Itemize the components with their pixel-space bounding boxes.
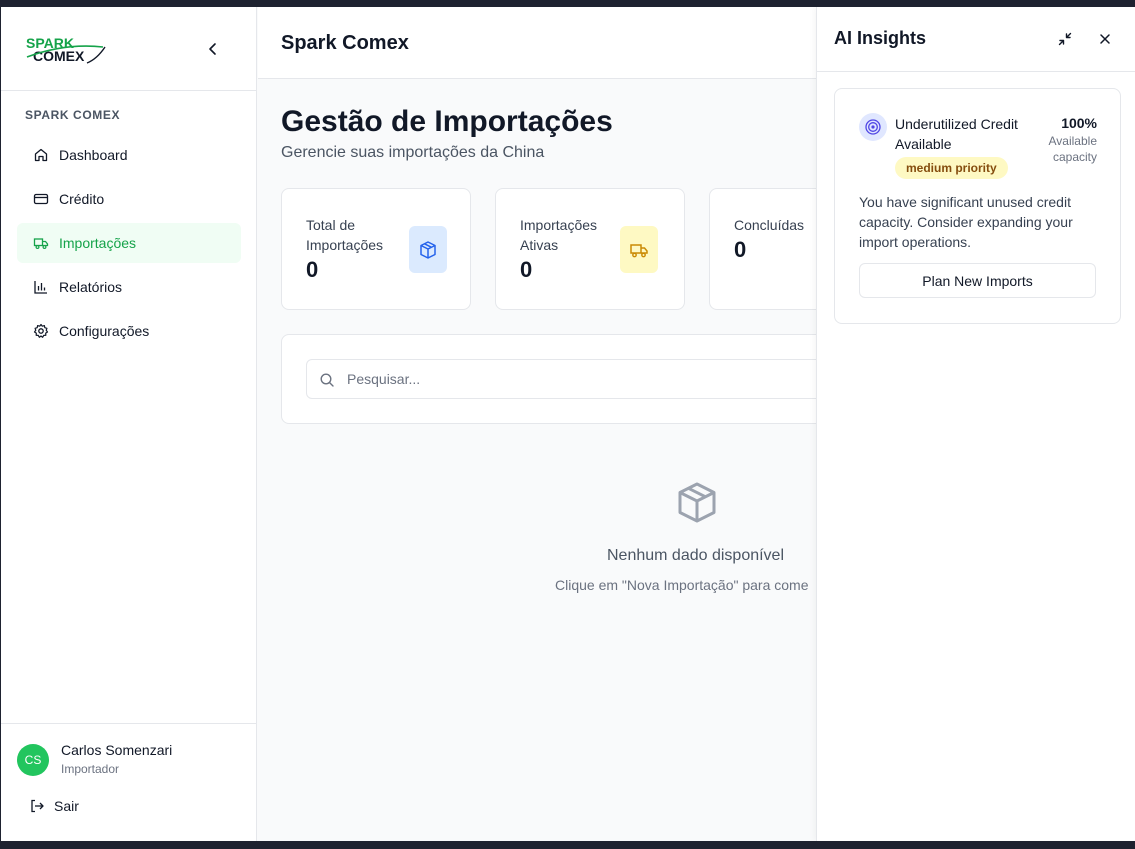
sidebar-footer: CS Carlos Somenzari Importador Sair (1, 723, 257, 841)
plan-new-imports-button[interactable]: Plan New Imports (859, 263, 1096, 298)
target-icon (865, 119, 881, 135)
sidebar-item-credito[interactable]: Crédito (17, 179, 241, 219)
stat-label: Total de Importações (306, 217, 384, 253)
truck-icon (33, 238, 49, 250)
credit-card-icon (33, 193, 49, 205)
minimize-icon[interactable] (1057, 31, 1073, 47)
sidebar-item-dashboard[interactable]: Dashboard (17, 135, 241, 175)
truck-icon (630, 243, 648, 257)
search-icon (320, 373, 334, 387)
sidebar-item-label: Configurações (59, 323, 150, 339)
home-icon (34, 148, 48, 162)
page-title: Gestão de Importações (281, 105, 613, 138)
search-card (281, 334, 881, 424)
logout-label: Sair (54, 798, 79, 814)
sidebar-nav: Dashboard Crédito Importações Relatórios… (17, 135, 241, 355)
stat-value: 0 (306, 257, 319, 282)
sidebar-item-label: Dashboard (59, 147, 128, 163)
sidebar-item-label: Crédito (59, 191, 105, 207)
sidebar-section-label: SPARK COMEX (25, 108, 121, 122)
stat-value: 0 (520, 257, 533, 282)
avatar: CS (17, 744, 49, 776)
gear-icon (33, 323, 49, 338)
logout-icon (31, 799, 44, 813)
insight-card: Underutilized Credit Available medium pr… (834, 88, 1121, 324)
logout-button[interactable]: Sair (29, 798, 79, 814)
ai-panel-header: AI Insights (817, 7, 1135, 72)
insight-title: Underutilized Credit Available (895, 116, 1018, 152)
empty-state-title: Nenhum dado disponível (607, 547, 785, 564)
user-name: Carlos Somenzari (61, 742, 173, 758)
stat-card-active: Importações Ativas 0 (495, 188, 685, 310)
app-title: Spark Comex (281, 32, 409, 54)
sidebar-item-relatorios[interactable]: Relatórios (17, 267, 241, 307)
sidebar-item-importacoes[interactable]: Importações (17, 223, 241, 263)
stat-icon-box (409, 226, 447, 273)
search-input[interactable] (347, 360, 847, 398)
insight-icon-box (859, 113, 887, 141)
page-subtitle: Gerencie suas importações da China (281, 144, 545, 161)
svg-text:COMEX: COMEX (33, 48, 85, 64)
sidebar: SPARK COMEX SPARK COMEX Dashboard Crédit… (1, 7, 257, 841)
priority-badge: medium priority (895, 157, 1008, 179)
search-box (306, 359, 866, 399)
ai-panel-title: AI Insights (834, 28, 927, 48)
package-icon (420, 240, 436, 259)
bar-chart-icon (34, 281, 47, 294)
app-window: SPARK COMEX SPARK COMEX Dashboard Crédit… (1, 7, 1135, 841)
user-role: Importador (61, 762, 120, 776)
chevron-left-icon[interactable] (205, 41, 221, 57)
insight-percent-label: Available capacity (1048, 134, 1097, 164)
close-icon[interactable] (1097, 31, 1113, 47)
empty-state-description: Clique em "Nova Importação" para come (555, 577, 809, 593)
ai-insights-panel: AI Insights Underutilized Credit Availab… (816, 7, 1135, 841)
stat-value: 0 (734, 237, 747, 262)
sidebar-item-label: Importações (59, 235, 137, 251)
sidebar-item-label: Relatórios (59, 279, 123, 295)
insight-description: You have significant unused credit capac… (859, 194, 1073, 250)
package-icon (678, 482, 716, 523)
sidebar-header: SPARK COMEX (1, 7, 256, 91)
stat-icon-box (620, 226, 658, 273)
stat-card-total: Total de Importações 0 (281, 188, 471, 310)
stat-label: Importações Ativas (520, 217, 598, 253)
spark-comex-logo: SPARK COMEX (26, 35, 106, 64)
sidebar-item-configuracoes[interactable]: Configurações (17, 311, 241, 351)
insight-percent: 100% (1061, 115, 1097, 131)
